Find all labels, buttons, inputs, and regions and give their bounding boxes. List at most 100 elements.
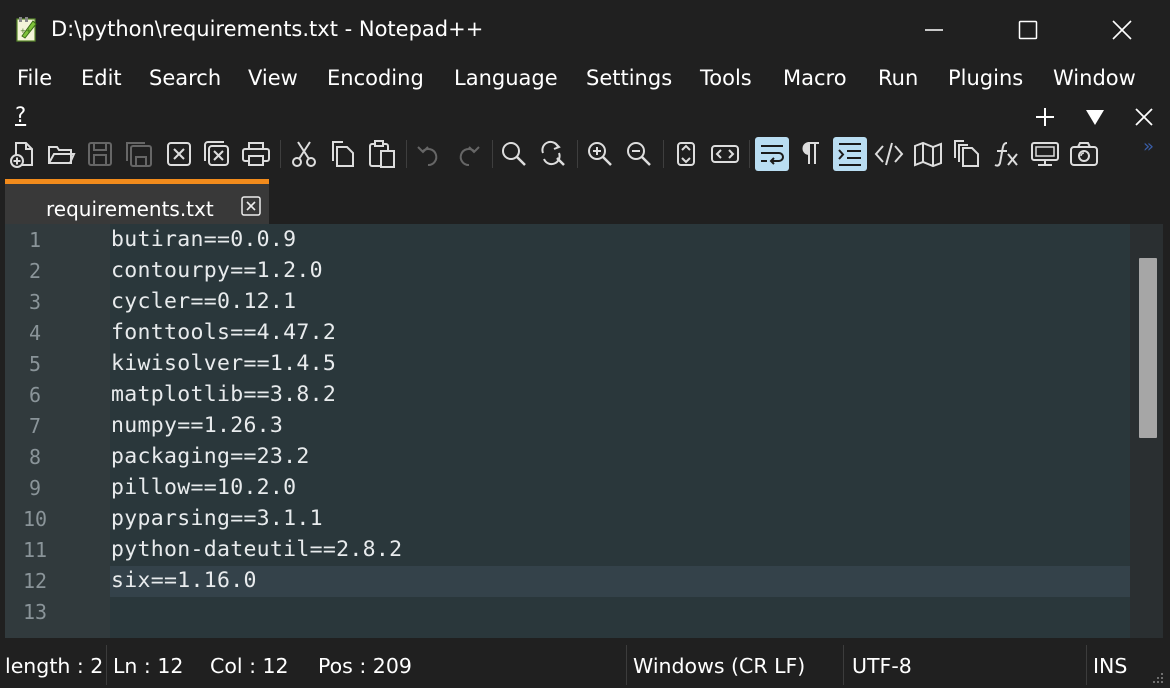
tab-close-icon[interactable] [241,196,261,216]
indent-guide-button[interactable] [833,137,867,171]
redo-button[interactable] [451,137,485,171]
replace-icon [541,140,565,166]
save-all-icon [126,142,152,167]
window-title: D:\python\requirements.txt - Notepad++ [51,17,484,41]
menu-file[interactable]: File [17,66,52,90]
tab-list-dropdown-icon[interactable] [1085,108,1105,126]
menu-help[interactable]: ? [15,103,26,127]
menu-search[interactable]: Search [149,66,221,90]
vertical-scrollbar[interactable] [1130,224,1163,638]
close-all-button[interactable] [200,137,234,171]
close-file-icon [167,142,191,166]
line-number: 7 [28,414,42,438]
close-all-icon [204,141,229,166]
find-button[interactable] [497,137,531,171]
editor-line[interactable]: 13 [5,597,1130,628]
document-list-button[interactable] [950,137,984,171]
status-line: Ln : 12 [113,654,184,678]
editor-line[interactable]: 10 pyparsing==3.1.1 [5,504,1130,535]
line-text: packaging==23.2 [111,444,310,469]
word-wrap-button[interactable] [755,137,789,171]
line-text: butiran==0.0.9 [111,227,297,252]
line-text: kiwisolver==1.4.5 [111,351,337,376]
menu-settings[interactable]: Settings [586,66,672,90]
toolbar-overflow-chevron[interactable]: » [1143,136,1154,157]
user-defined-language-button[interactable] [872,137,906,171]
minimize-button[interactable] [888,0,980,60]
zoom-out-button[interactable] [622,137,656,171]
editor-line[interactable]: 3 cycler==0.12.1 [5,287,1130,318]
menu-window[interactable]: Window [1053,66,1136,90]
active-tab-indicator [5,179,269,184]
status-encoding[interactable]: UTF-8 [852,654,912,678]
close-file-button[interactable] [162,137,196,171]
replace-button[interactable] [536,137,570,171]
close-icon [1112,20,1132,40]
close-window-button[interactable] [1076,0,1168,60]
open-file-button[interactable] [44,137,78,171]
editor-line[interactable]: 4 fonttools==4.47.2 [5,318,1130,349]
editor-line[interactable]: 2 contourpy==1.2.0 [5,256,1130,287]
save-button[interactable] [83,137,117,171]
menu-macro[interactable]: Macro [783,66,847,90]
code-tags-icon [874,142,904,166]
copy-button[interactable] [326,137,360,171]
new-file-button[interactable] [6,137,40,171]
editor-line[interactable]: 12 six==1.16.0 [5,566,1130,597]
editor-line[interactable]: 1 butiran==0.0.9 [5,225,1130,256]
paste-button[interactable] [365,137,399,171]
line-number: 2 [28,259,42,283]
menu-run[interactable]: Run [878,66,918,90]
word-wrap-icon [761,145,784,165]
menu-tools[interactable]: Tools [700,66,752,90]
sync-vertical-button[interactable] [669,137,703,171]
plus-icon[interactable] [1034,106,1056,128]
function-list-button[interactable] [989,137,1023,171]
editor-line[interactable]: 6 matplotlib==3.8.2 [5,380,1130,411]
status-column: Col : 12 [210,654,289,678]
menu-language[interactable]: Language [454,66,558,90]
zoom-in-icon [588,142,612,166]
copy-icon [332,141,354,167]
toolbar-separator [280,140,281,168]
new-file-icon [10,142,33,168]
menu-edit[interactable]: Edit [81,66,122,90]
tab-requirements-txt[interactable]: requirements.txt [5,179,269,224]
menu-view[interactable]: View [248,66,298,90]
menu-plugins[interactable]: Plugins [948,66,1023,90]
monitoring-button[interactable] [1067,137,1101,171]
save-all-button[interactable] [122,137,156,171]
editor-line[interactable]: 9 pillow==10.2.0 [5,473,1130,504]
editor-line[interactable]: 7 numpy==1.26.3 [5,411,1130,442]
status-position: Pos : 209 [318,654,412,678]
paste-icon [369,140,395,168]
folder-workspace-button[interactable] [1028,137,1062,171]
close-document-icon[interactable] [1134,107,1154,127]
undo-button[interactable] [412,137,446,171]
save-icon [88,142,112,166]
sync-horizontal-icon [711,145,739,163]
show-all-characters-button[interactable] [794,137,828,171]
print-button[interactable] [239,137,273,171]
editor-line[interactable]: 8 packaging==23.2 [5,442,1130,473]
status-eol-format[interactable]: Windows (CR LF) [633,654,805,678]
cut-button[interactable] [287,137,321,171]
line-text: pillow==10.2.0 [111,475,297,500]
tab-label: requirements.txt [46,197,214,221]
menu-encoding[interactable]: Encoding [327,66,424,90]
document-map-button[interactable] [911,137,945,171]
editor-line[interactable]: 11 python-dateutil==2.8.2 [5,535,1130,566]
status-insert-mode[interactable]: INS [1093,654,1127,678]
editor[interactable]: 1 butiran==0.0.9 2 contourpy==1.2.0 3 cycler=… [5,224,1163,638]
sync-vertical-icon [677,142,695,166]
maximize-icon [1018,20,1038,40]
maximize-button[interactable] [982,0,1074,60]
resize-grip-icon[interactable] [1151,671,1165,685]
sync-horizontal-button[interactable] [708,137,742,171]
editor-line[interactable]: 5 kiwisolver==1.4.5 [5,349,1130,380]
zoom-in-button[interactable] [583,137,617,171]
print-icon [242,142,270,166]
cut-icon [292,141,316,167]
line-number: 13 [22,600,48,624]
scrollbar-thumb[interactable] [1139,258,1157,438]
